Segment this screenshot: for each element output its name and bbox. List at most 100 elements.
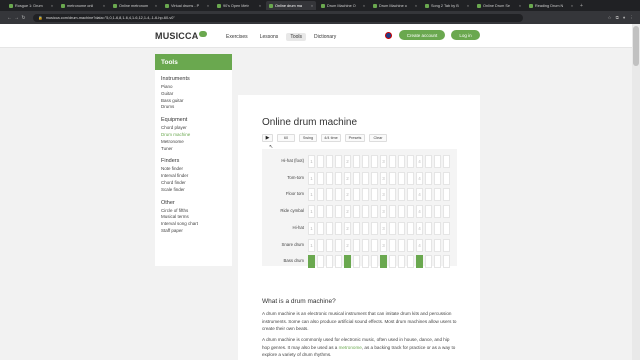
step-cell[interactable] — [434, 188, 441, 202]
step-cell[interactable] — [371, 221, 378, 235]
tab-close-icon[interactable]: × — [207, 4, 209, 8]
reload-icon[interactable]: ↻ — [20, 15, 27, 21]
browser-tab[interactable]: metronome onli × — [58, 1, 108, 10]
step-cell[interactable] — [434, 171, 441, 185]
sidebar-item-piano[interactable]: Piano — [161, 84, 226, 91]
step-cell[interactable]: 1 — [308, 205, 315, 219]
step-cell[interactable]: 1 — [308, 155, 315, 168]
step-cell[interactable]: 4 — [416, 205, 423, 219]
step-cell[interactable] — [389, 205, 396, 219]
step-cell[interactable]: 2 — [344, 221, 351, 235]
step-cell[interactable] — [362, 255, 369, 269]
tab-close-icon[interactable]: × — [519, 4, 521, 8]
step-cell[interactable]: 2 — [344, 238, 351, 252]
step-cell[interactable] — [308, 255, 315, 269]
browser-tab[interactable]: Reading Drum N × — [526, 1, 576, 10]
address-bar[interactable]: 🔒 musicca.com/drum-machine?data="5,0,1-6… — [33, 13, 523, 22]
step-cell[interactable] — [389, 188, 396, 202]
step-cell[interactable] — [407, 171, 414, 185]
nav-exercises[interactable]: Exercises — [222, 33, 252, 41]
step-cell[interactable] — [326, 171, 333, 185]
step-cell[interactable] — [317, 255, 324, 269]
step-cell[interactable] — [353, 238, 360, 252]
sidebar-item-scale-finder[interactable]: Scale finder — [161, 187, 226, 194]
site-logo[interactable]: MUSICCA — [155, 31, 208, 41]
step-cell[interactable]: 1 — [308, 171, 315, 185]
extensions-icon[interactable]: ⧉ — [616, 15, 619, 21]
step-cell[interactable]: 3 — [380, 205, 387, 219]
step-cell[interactable] — [335, 238, 342, 252]
step-cell[interactable] — [362, 221, 369, 235]
browser-tab[interactable]: Drum Machine O × — [318, 1, 368, 10]
bookmark-star-icon[interactable]: ☆ — [608, 15, 612, 21]
tab-close-icon[interactable]: × — [103, 4, 105, 8]
step-cell[interactable] — [335, 205, 342, 219]
step-cell[interactable] — [389, 255, 396, 269]
step-cell[interactable] — [398, 188, 405, 202]
step-cell[interactable] — [317, 205, 324, 219]
menu-icon[interactable]: ⋮ — [630, 15, 635, 21]
step-cell[interactable] — [443, 188, 450, 202]
step-cell[interactable] — [443, 255, 450, 269]
step-cell[interactable] — [317, 171, 324, 185]
step-cell[interactable]: 3 — [380, 238, 387, 252]
step-cell[interactable]: 1 — [308, 221, 315, 235]
step-cell[interactable] — [425, 171, 432, 185]
step-cell[interactable] — [389, 155, 396, 168]
time-signature-button[interactable]: 4/4 time — [321, 134, 341, 142]
browser-tab[interactable]: Online metronom × — [110, 1, 160, 10]
step-cell[interactable]: 1 — [308, 188, 315, 202]
step-cell[interactable] — [326, 205, 333, 219]
browser-tab[interactable]: Virtual drums - P × — [162, 1, 212, 10]
step-cell[interactable]: 2 — [344, 171, 351, 185]
step-cell[interactable] — [362, 171, 369, 185]
step-cell[interactable] — [398, 205, 405, 219]
step-cell[interactable] — [425, 205, 432, 219]
step-cell[interactable] — [326, 188, 333, 202]
step-cell[interactable] — [407, 155, 414, 168]
step-cell[interactable] — [362, 188, 369, 202]
step-cell[interactable] — [353, 221, 360, 235]
step-cell[interactable] — [353, 188, 360, 202]
step-cell[interactable] — [425, 188, 432, 202]
step-cell[interactable] — [434, 221, 441, 235]
step-cell[interactable] — [380, 255, 387, 269]
clear-button[interactable]: Clear — [369, 134, 387, 142]
step-cell[interactable]: 2 — [344, 155, 351, 168]
step-cell[interactable] — [326, 238, 333, 252]
sidebar-item-guitar[interactable]: Guitar — [161, 91, 226, 98]
sidebar-item-musical-terms[interactable]: Musical terms — [161, 214, 226, 221]
tab-close-icon[interactable]: × — [259, 4, 261, 8]
step-cell[interactable] — [407, 205, 414, 219]
browser-tab[interactable]: Online drum ma × — [266, 1, 316, 10]
nav-dictionary[interactable]: Dictionary — [310, 33, 340, 41]
tab-close-icon[interactable]: × — [571, 4, 573, 8]
step-cell[interactable] — [371, 188, 378, 202]
step-cell[interactable] — [362, 238, 369, 252]
step-cell[interactable] — [371, 155, 378, 168]
login-button[interactable]: Log in — [451, 30, 480, 40]
step-cell[interactable] — [362, 205, 369, 219]
step-cell[interactable] — [371, 255, 378, 269]
create-account-button[interactable]: Create account — [399, 30, 445, 40]
step-cell[interactable] — [335, 171, 342, 185]
step-cell[interactable] — [353, 155, 360, 168]
step-cell[interactable] — [425, 238, 432, 252]
step-cell[interactable] — [443, 238, 450, 252]
step-cell[interactable] — [326, 255, 333, 269]
step-cell[interactable] — [398, 221, 405, 235]
step-cell[interactable] — [434, 205, 441, 219]
tab-close-icon[interactable]: × — [415, 4, 417, 8]
step-cell[interactable]: 3 — [380, 155, 387, 168]
sidebar-item-circle-of-fifths[interactable]: Circle of fifths — [161, 208, 226, 215]
sidebar-item-staff-paper[interactable]: Staff paper — [161, 228, 226, 235]
step-cell[interactable] — [335, 155, 342, 168]
play-button[interactable]: ▶ — [262, 134, 273, 142]
step-cell[interactable]: 4 — [416, 188, 423, 202]
step-cell[interactable] — [317, 155, 324, 168]
step-cell[interactable] — [443, 171, 450, 185]
browser-tab[interactable]: Online Drum Se × — [474, 1, 524, 10]
nav-lessons[interactable]: Lessons — [256, 33, 283, 41]
step-cell[interactable] — [398, 171, 405, 185]
step-cell[interactable] — [389, 171, 396, 185]
